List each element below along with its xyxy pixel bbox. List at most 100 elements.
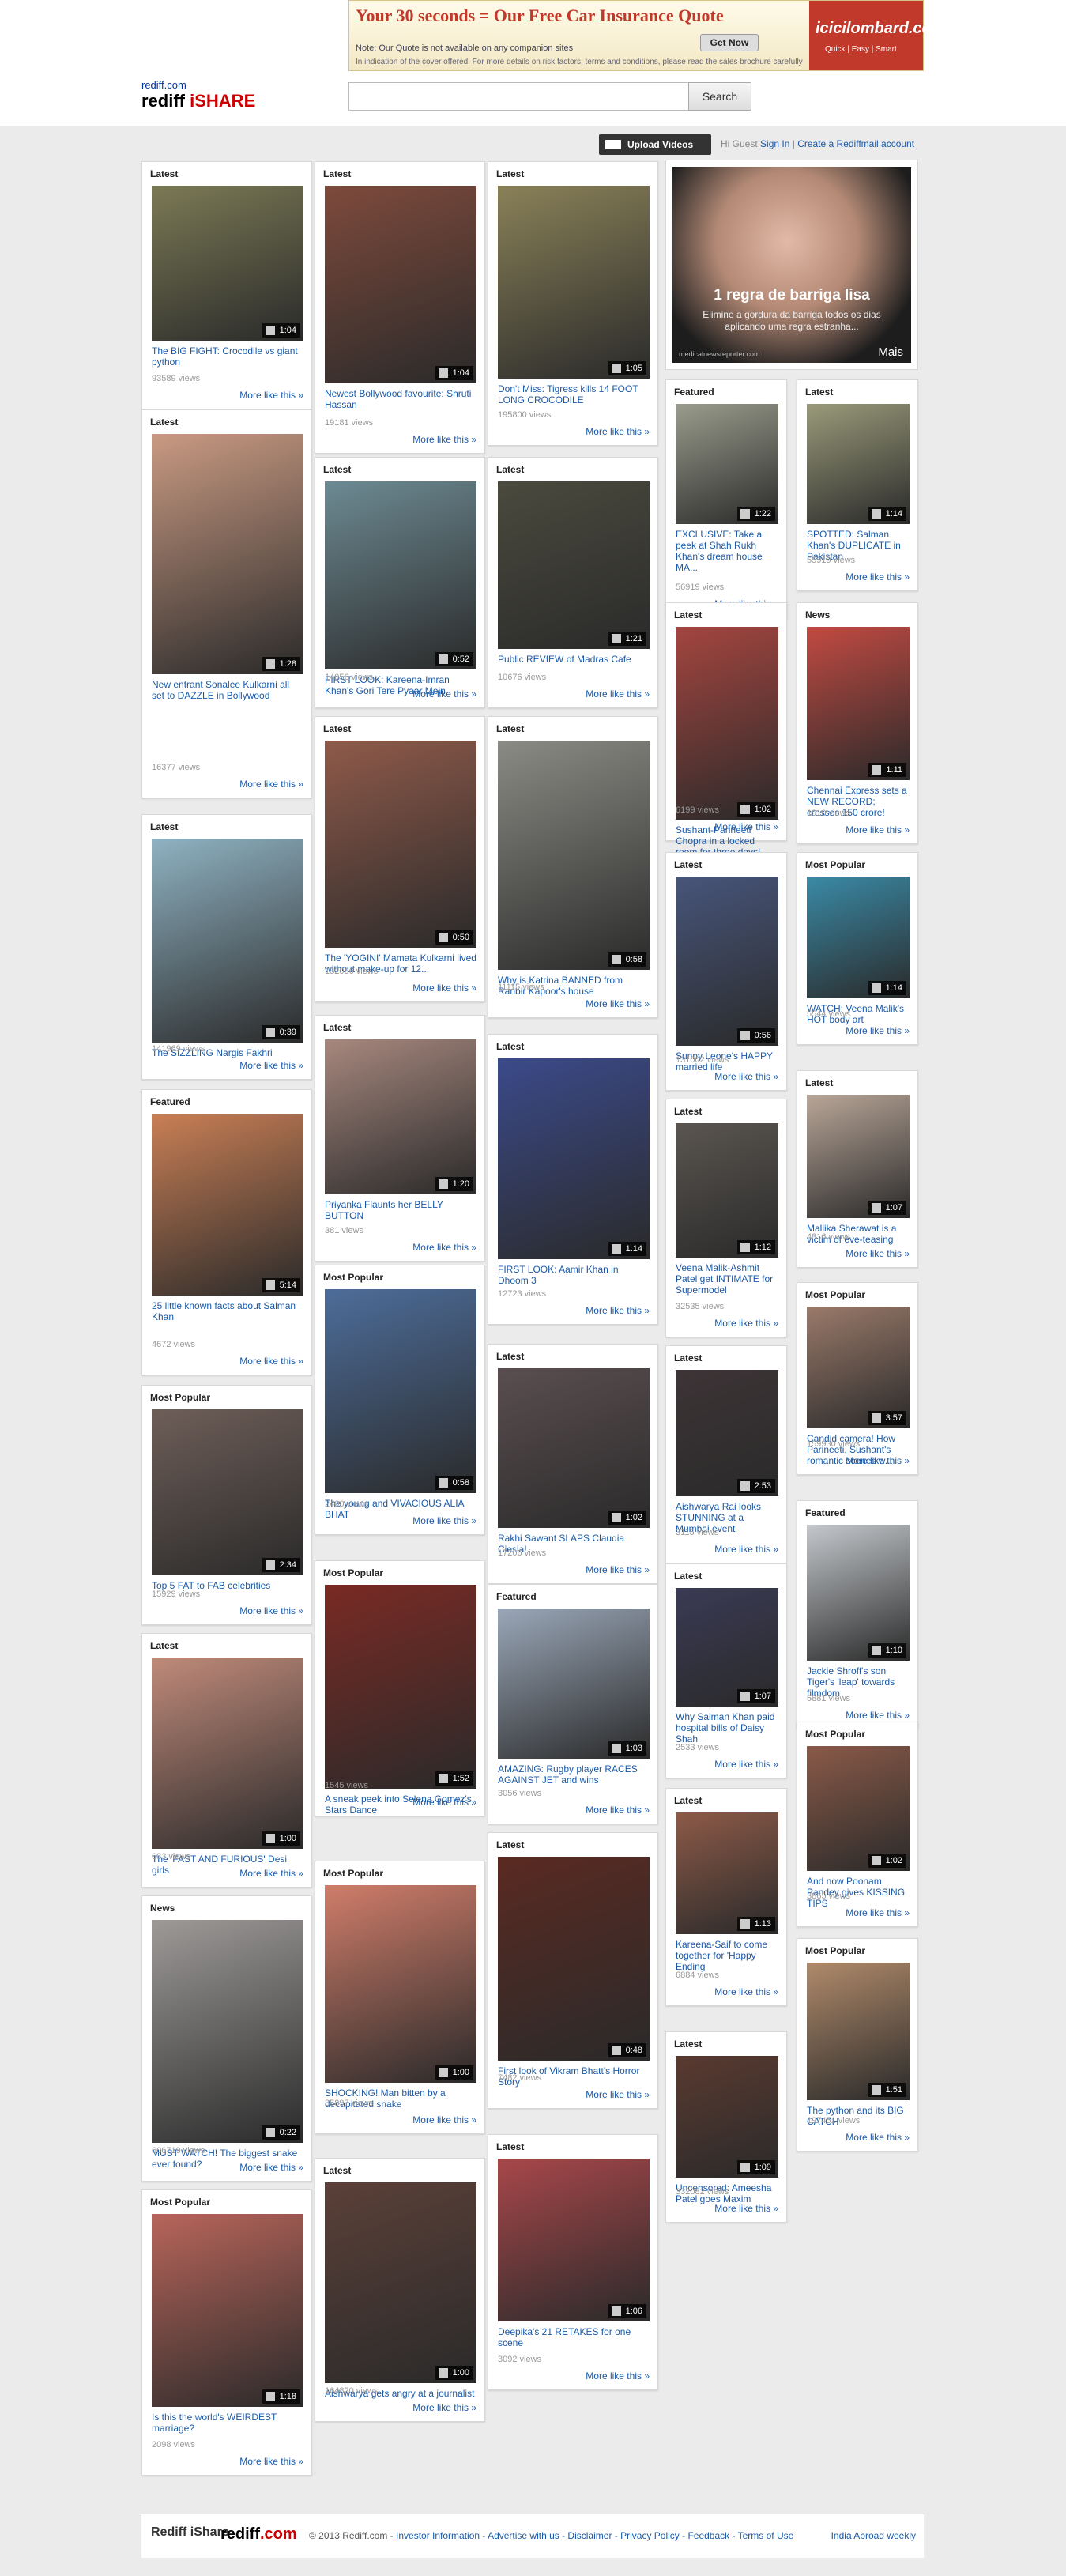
more-like-this-link[interactable]: More like this »	[412, 1242, 476, 1253]
side-advertisement[interactable]: 1 regra de barriga lisa Elimine a gordur…	[665, 160, 918, 370]
more-like-this-link[interactable]: More like this »	[586, 1564, 650, 1575]
video-card[interactable]: Latest 0:58 Why is Katrina BANNED from Ran…	[488, 716, 658, 1018]
video-card[interactable]: Most Popular 1:02 And now Poonam Pandey gi…	[797, 1722, 918, 1927]
video-thumbnail[interactable]: 1:09	[676, 2056, 778, 2178]
video-thumbnail[interactable]: 1:04	[152, 186, 303, 341]
video-card[interactable]: News 1:11 Chennai Express sets a NEW RECOR…	[797, 602, 918, 844]
more-like-this-link[interactable]: More like this »	[239, 390, 303, 401]
more-like-this-link[interactable]: More like this »	[714, 821, 778, 832]
video-title-link[interactable]: The BIG FIGHT: Crocodile vs giant python	[152, 345, 303, 368]
video-thumbnail[interactable]: 0:39	[152, 839, 303, 1043]
video-card[interactable]: Latest 1:14 FIRST LOOK: Aamir Khan in Dhoo…	[488, 1034, 658, 1325]
video-thumbnail[interactable]: 1:02	[807, 1746, 910, 1871]
video-thumbnail[interactable]: 1:02	[498, 1368, 650, 1528]
video-title-link[interactable]: Newest Bollywood favourite: Shruti Hassa…	[325, 388, 476, 410]
video-card[interactable]: Latest 0:52 FIRST LOOK: Kareena-Imran Khan…	[315, 457, 485, 708]
sign-in-link[interactable]: Sign In	[760, 138, 789, 149]
video-thumbnail[interactable]: 0:50	[325, 741, 476, 948]
video-thumbnail[interactable]: 1:11	[807, 627, 910, 780]
footer-rediff-logo[interactable]: rediff.com	[220, 2525, 297, 2544]
more-like-this-link[interactable]: More like this »	[412, 1797, 476, 1808]
video-thumbnail[interactable]: 5:14	[152, 1114, 303, 1296]
video-thumbnail[interactable]: 0:48	[498, 1857, 650, 2061]
video-card[interactable]: Latest 1:12 Veena Malik-Ashmit Patel get I…	[665, 1099, 787, 1337]
more-like-this-link[interactable]: More like this »	[846, 824, 910, 835]
side-ad-more[interactable]: Mais	[878, 345, 903, 359]
video-thumbnail[interactable]: 1:14	[807, 404, 910, 524]
video-thumbnail[interactable]: 0:56	[676, 877, 778, 1046]
video-card[interactable]: Latest 0:39 The SIZZLING Nargis Fakhri 1419…	[141, 814, 312, 1080]
create-account-link[interactable]: Create a Rediffmail account	[797, 138, 914, 149]
video-card[interactable]: Latest 1:09 Uncensored: Ameesha Patel goes…	[665, 2031, 787, 2223]
video-card[interactable]: Most Popular 1:00 SHOCKING! Man bitten by …	[315, 1861, 485, 2134]
video-title-link[interactable]: Is this the world's WEIRDEST marriage?	[152, 2412, 303, 2434]
video-card[interactable]: Latest 1:13 Kareena-Saif to come together …	[665, 1788, 787, 2006]
video-thumbnail[interactable]: 1:12	[676, 1123, 778, 1258]
video-card[interactable]: Latest 0:48 First look of Vikram Bhatt's H…	[488, 1832, 658, 2109]
video-thumbnail[interactable]: 1:00	[325, 2182, 476, 2383]
video-title-link[interactable]: Don't Miss: Tigress kills 14 FOOT LONG C…	[498, 383, 650, 405]
more-like-this-link[interactable]: More like this »	[239, 779, 303, 790]
more-like-this-link[interactable]: More like this »	[846, 1248, 910, 1259]
video-thumbnail[interactable]: 1:02	[676, 627, 778, 820]
video-title-link[interactable]: Priyanka Flaunts her BELLY BUTTON	[325, 1199, 476, 1221]
video-thumbnail[interactable]: 0:58	[498, 741, 650, 970]
video-title-link[interactable]: EXCLUSIVE: Take a peek at Shah Rukh Khan…	[676, 529, 778, 573]
video-card[interactable]: Most Popular 2:34 Top 5 FAT to FAB celebri…	[141, 1385, 312, 1625]
more-like-this-link[interactable]: More like this »	[846, 571, 910, 583]
video-card[interactable]: Latest 1:04 The BIG FIGHT: Crocodile vs gi…	[141, 161, 312, 409]
upload-videos-button[interactable]: Upload Videos	[599, 134, 711, 155]
more-like-this-link[interactable]: More like this »	[239, 2456, 303, 2467]
video-title-link[interactable]: Public REVIEW of Madras Cafe	[498, 654, 650, 665]
more-like-this-link[interactable]: More like this »	[239, 2162, 303, 2173]
video-card[interactable]: News 0:22 MUST WATCH! The biggest snake ev…	[141, 1895, 312, 2182]
more-like-this-link[interactable]: More like this »	[412, 434, 476, 445]
more-like-this-link[interactable]: More like this »	[239, 1605, 303, 1616]
more-like-this-link[interactable]: More like this »	[586, 2089, 650, 2100]
video-title-link[interactable]: Deepika's 21 RETAKES for one scene	[498, 2326, 650, 2348]
video-title-link[interactable]: Why Salman Khan paid hospital bills of D…	[676, 1711, 778, 1744]
more-like-this-link[interactable]: More like this »	[846, 1907, 910, 1918]
video-card[interactable]: Latest 0:50 The 'YOGINI' Mamata Kulkarni l…	[315, 716, 485, 1002]
more-like-this-link[interactable]: More like this »	[714, 1759, 778, 1770]
rediff-ishare-logo[interactable]: rediff.com rediff iSHARE	[141, 79, 255, 111]
more-like-this-link[interactable]: More like this »	[586, 688, 650, 700]
video-card[interactable]: Most Popular 3:57 Candid camera! How Parin…	[797, 1282, 918, 1475]
video-title-link[interactable]: Veena Malik-Ashmit Patel get INTIMATE fo…	[676, 1262, 778, 1296]
video-thumbnail[interactable]: 1:04	[325, 186, 476, 383]
more-like-this-link[interactable]: More like this »	[846, 1025, 910, 1036]
video-card[interactable]: Featured 1:03 AMAZING: Rugby player RACES …	[488, 1584, 658, 1824]
video-thumbnail[interactable]: 1:03	[498, 1609, 650, 1759]
more-like-this-link[interactable]: More like this »	[239, 1868, 303, 1879]
video-thumbnail[interactable]: 0:22	[152, 1920, 303, 2143]
get-now-button[interactable]: Get Now	[700, 34, 759, 51]
video-title-link[interactable]: 25 little known facts about Salman Khan	[152, 1300, 303, 1322]
footer-ishare-logo[interactable]: Rediff iShare	[151, 2525, 229, 2540]
icici-brand-block[interactable]: icicilombard.com Quick | Easy | Smart	[809, 1, 946, 70]
video-thumbnail[interactable]: 1:18	[152, 2214, 303, 2407]
more-like-this-link[interactable]: More like this »	[586, 2370, 650, 2382]
video-thumbnail[interactable]: 1:07	[807, 1095, 910, 1218]
more-like-this-link[interactable]: More like this »	[239, 1356, 303, 1367]
video-card[interactable]: Latest 1:28 New entrant Sonalee Kulkarni a…	[141, 409, 312, 798]
video-thumbnail[interactable]: 1:00	[325, 1885, 476, 2083]
more-like-this-link[interactable]: More like this »	[714, 1544, 778, 1555]
video-thumbnail[interactable]: 1:06	[498, 2159, 650, 2321]
video-card[interactable]: Featured 5:14 25 little known facts about …	[141, 1089, 312, 1375]
more-like-this-link[interactable]: More like this »	[846, 1455, 910, 1466]
video-thumbnail[interactable]: 2:53	[676, 1370, 778, 1496]
insurance-banner-ad[interactable]: Your 30 seconds = Our Free Car Insurance…	[348, 0, 946, 71]
footer-links[interactable]: Investor Information - Advertise with us…	[396, 2530, 793, 2541]
more-like-this-link[interactable]: More like this »	[239, 1060, 303, 1071]
more-like-this-link[interactable]: More like this »	[586, 1305, 650, 1316]
video-card[interactable]: Most Popular 1:14 WATCH: Veena Malik's HOT…	[797, 852, 918, 1045]
india-abroad-link[interactable]: India Abroad weekly	[831, 2530, 916, 2541]
video-thumbnail[interactable]: 1:28	[152, 434, 303, 674]
search-button[interactable]: Search	[688, 82, 751, 111]
video-thumbnail[interactable]: 0:52	[325, 481, 476, 669]
video-card[interactable]: Latest 1:05 Don't Miss: Tigress kills 14 F…	[488, 161, 658, 446]
video-card[interactable]: Latest 1:07 Mallika Sherawat is a victim o…	[797, 1070, 918, 1268]
more-like-this-link[interactable]: More like this »	[412, 2114, 476, 2125]
video-card[interactable]: Latest 1:14 SPOTTED: Salman Khan's DUPLICA…	[797, 379, 918, 591]
video-card[interactable]: Latest 1:02 Rakhi Sawant SLAPS Claudia Cie…	[488, 1344, 658, 1584]
